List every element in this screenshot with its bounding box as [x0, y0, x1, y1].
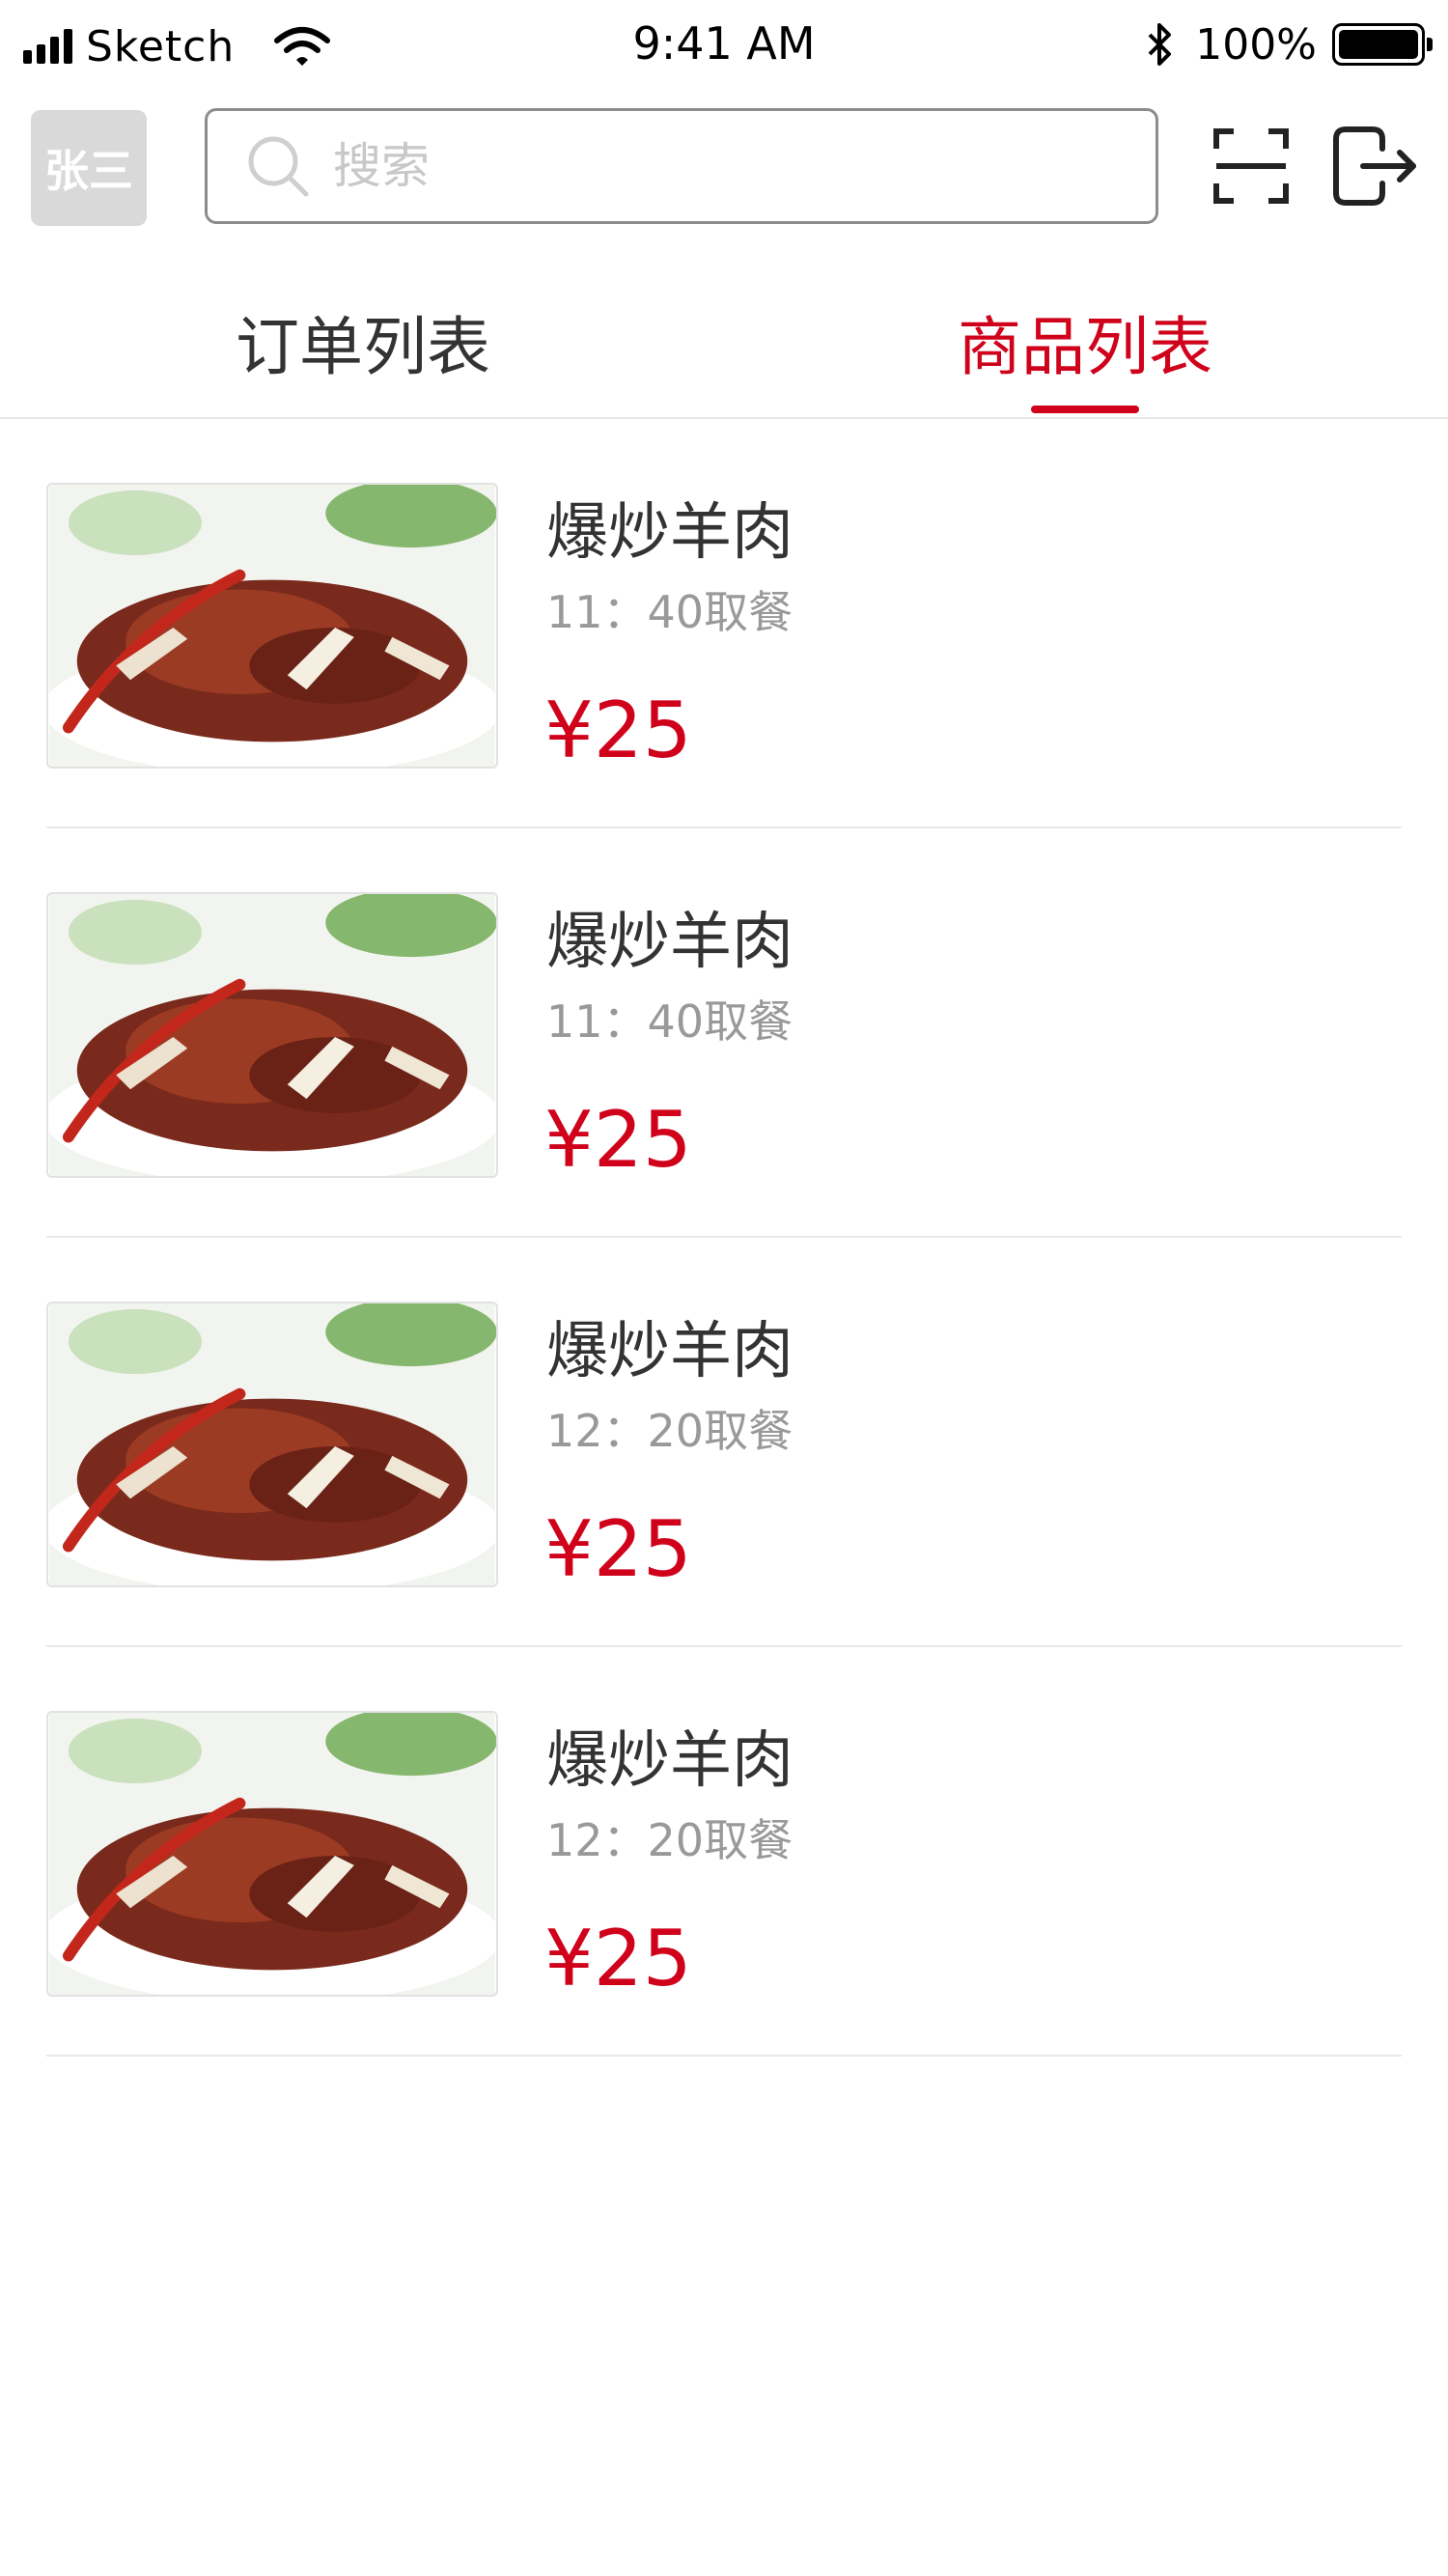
- dish-image: [48, 1713, 496, 1995]
- tab-product-list[interactable]: 商品列表: [892, 295, 1278, 417]
- dish-image: [48, 894, 496, 1176]
- product-name: 爆炒羊肉: [546, 907, 794, 978]
- product-name: 爆炒羊肉: [546, 497, 794, 569]
- scan-icon[interactable]: [1212, 127, 1290, 205]
- search-input[interactable]: [333, 138, 1105, 194]
- product-list: 爆炒羊肉 11：40取餐 ¥25 爆炒羊肉 11：40取餐 ¥25 爆炒羊肉 1…: [0, 419, 1448, 2057]
- product-image: [46, 892, 498, 1178]
- dish-image: [48, 1303, 496, 1585]
- product-item[interactable]: 爆炒羊肉 11：40取餐 ¥25: [46, 419, 1402, 828]
- active-tab-indicator: [1031, 406, 1139, 413]
- bluetooth-icon: [1148, 23, 1172, 66]
- logout-icon[interactable]: [1332, 126, 1419, 207]
- search-box[interactable]: [205, 108, 1158, 224]
- product-price: ¥25: [544, 1914, 692, 2003]
- product-item[interactable]: 爆炒羊肉 11：40取餐 ¥25: [46, 828, 1402, 1238]
- pickup-time: 12：20取餐: [546, 1405, 794, 1457]
- product-item[interactable]: 爆炒羊肉 12：20取餐 ¥25: [46, 1647, 1402, 2057]
- product-name: 爆炒羊肉: [546, 1725, 794, 1797]
- tab-bar: 订单列表 商品列表: [0, 286, 1448, 419]
- product-price: ¥25: [544, 686, 692, 775]
- product-name: 爆炒羊肉: [546, 1316, 794, 1387]
- avatar[interactable]: 张三: [31, 110, 147, 226]
- product-price: ¥25: [544, 1095, 692, 1185]
- header-bar: 张三: [0, 102, 1448, 228]
- battery-icon: [1332, 23, 1433, 66]
- product-price: ¥25: [544, 1504, 692, 1594]
- tab-order-list[interactable]: 订单列表: [170, 295, 556, 417]
- product-image: [46, 1711, 498, 1997]
- product-item[interactable]: 爆炒羊肉 12：20取餐 ¥25: [46, 1238, 1402, 1647]
- pickup-time: 12：20取餐: [546, 1814, 794, 1866]
- battery-percent: 100%: [1195, 19, 1317, 70]
- status-bar: Sketch 9:41 AM 100%: [0, 0, 1448, 93]
- product-image: [46, 1302, 498, 1587]
- screen: Sketch 9:41 AM 100% 张三 搜索 订单列表 商品列表 爆炒羊肉…: [0, 0, 1448, 2576]
- pickup-time: 11：40取餐: [546, 586, 794, 638]
- search-icon: [248, 136, 309, 197]
- status-bar-right: 100%: [1145, 14, 1433, 75]
- product-image: [46, 483, 498, 769]
- pickup-time: 11：40取餐: [546, 995, 794, 1048]
- dish-image: [48, 485, 496, 767]
